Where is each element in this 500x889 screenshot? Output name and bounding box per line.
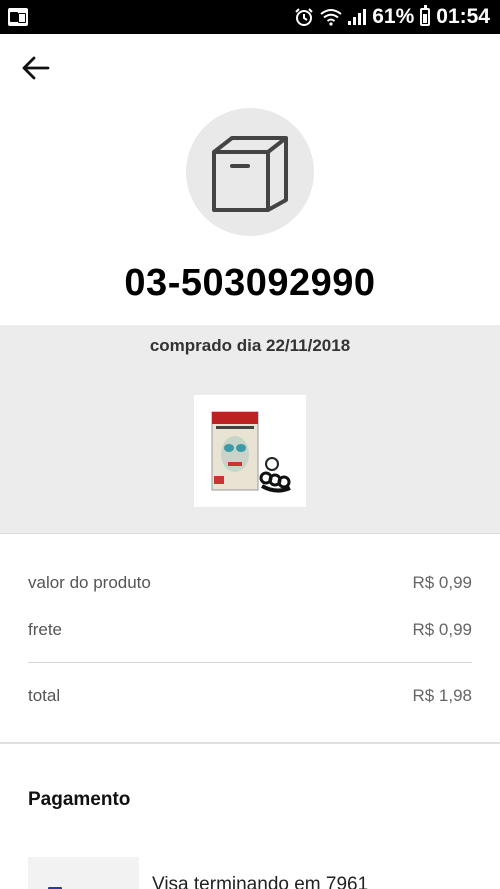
battery-percent: 61% <box>372 5 415 28</box>
shipping-row: frete R$ 0,99 <box>28 620 472 640</box>
product-image <box>211 411 291 493</box>
total-label: total <box>28 686 61 705</box>
total-value: R$ 1,98 <box>412 686 472 705</box>
package-icon-circle <box>186 108 314 236</box>
product-value-label: valor do produto <box>28 573 151 592</box>
payment-title: Pagamento <box>28 789 131 810</box>
status-bar-right: 61% 01:54 <box>294 5 490 29</box>
shipping-label: frete <box>28 620 63 639</box>
status-bar-left <box>8 8 28 26</box>
clock: 01:54 <box>436 5 490 28</box>
card-brand-logo <box>28 857 139 889</box>
section-divider <box>0 742 500 744</box>
status-bar: 61% 01:54 <box>0 0 500 34</box>
purchase-date: comprado dia 22/11/2018 <box>149 336 351 355</box>
alarm-icon <box>294 7 314 27</box>
order-number: 03-503092990 <box>124 262 376 304</box>
product-thumbnail[interactable] <box>194 395 306 507</box>
back-button[interactable] <box>18 52 52 84</box>
outlook-notification-icon <box>8 8 28 26</box>
box-icon <box>212 136 288 212</box>
product-value-row: valor do produto R$ 0,99 <box>28 573 472 593</box>
divider <box>0 533 500 534</box>
product-value: R$ 0,99 <box>412 573 472 592</box>
signal-icon <box>348 9 367 25</box>
divider <box>28 662 472 663</box>
wifi-icon <box>320 8 342 26</box>
arrow-left-icon <box>22 56 50 80</box>
battery-icon <box>420 5 431 26</box>
shipping-value: R$ 0,99 <box>412 620 472 639</box>
payment-card-text: Visa terminando em 7961 <box>152 874 369 889</box>
total-row: total R$ 1,98 <box>28 686 472 706</box>
